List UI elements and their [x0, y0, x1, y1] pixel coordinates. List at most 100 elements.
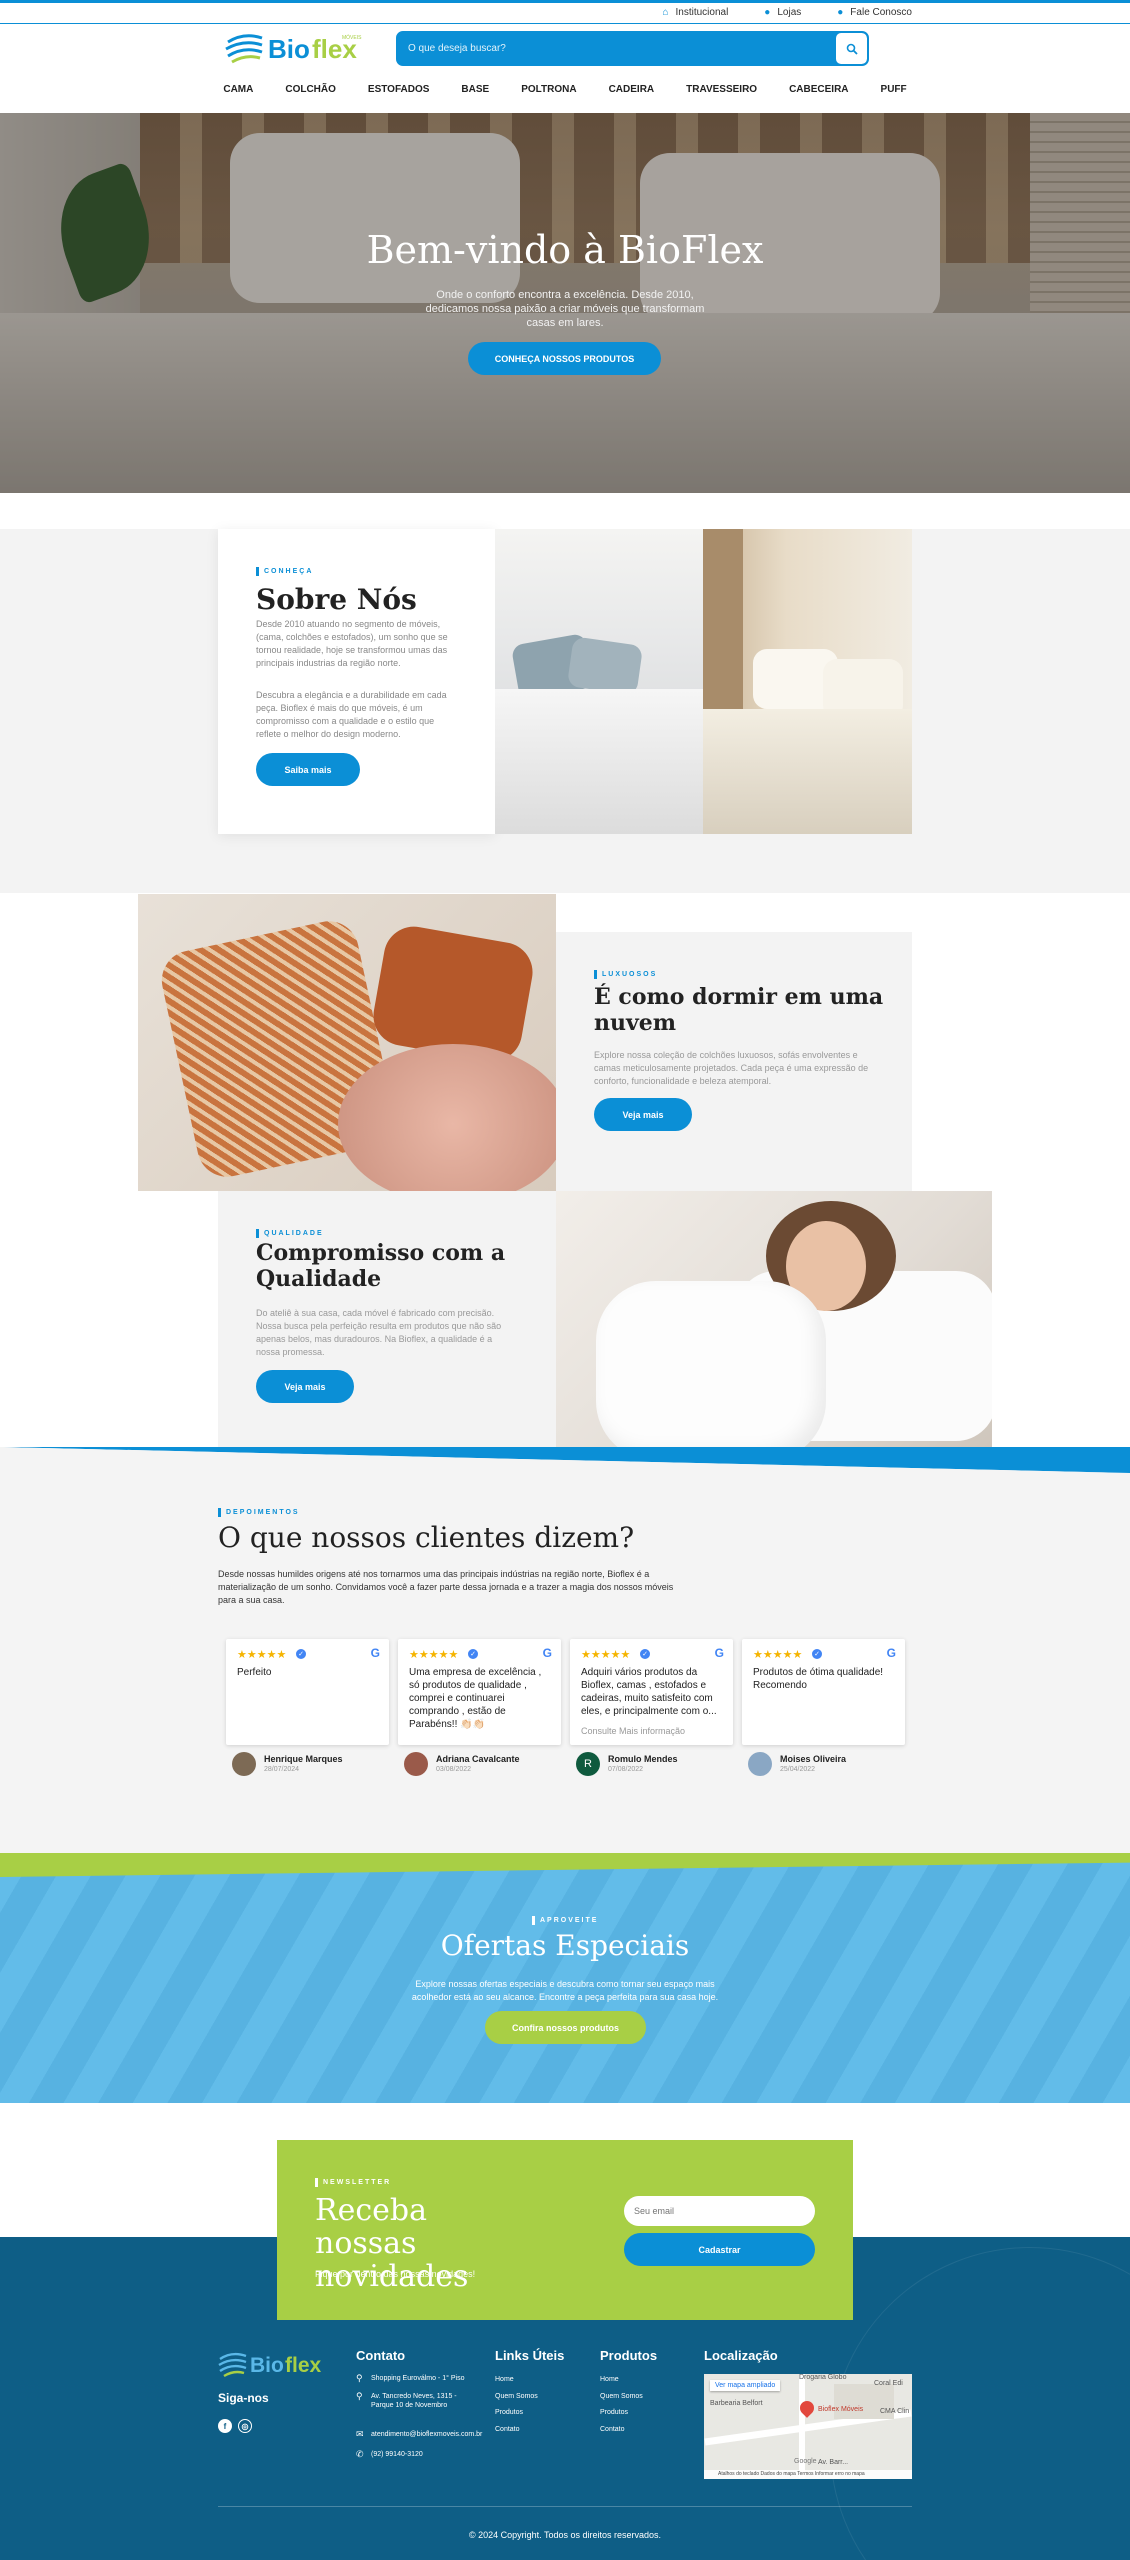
author-name: Adriana Cavalcante — [436, 1754, 520, 1764]
offers-title: Ofertas Especiais — [440, 1929, 690, 1962]
review-card: ★★★★★ ✓ G Uma empresa de excelência , só… — [398, 1639, 561, 1745]
review-date: 28/07/2024 — [264, 1766, 300, 1773]
review-date: 03/08/2022 — [436, 1766, 472, 1773]
blue-divider-stripe — [0, 1447, 1130, 1473]
top-link-institucional[interactable]: ⌂ Institucional — [662, 7, 728, 18]
about-more-button[interactable]: Saiba mais — [256, 753, 360, 786]
sleeping-woman-image — [556, 1191, 992, 1447]
bedroom-image — [703, 529, 912, 834]
section-tag: QUALIDADE — [256, 1229, 324, 1238]
map-label: Drogaria Globo — [799, 2374, 847, 2381]
top-link-label: Fale Conosco — [850, 7, 912, 18]
mattress-shape — [703, 709, 912, 834]
user-icon: ● — [837, 7, 844, 18]
curtain-shape — [703, 529, 743, 729]
rating-stars: ★★★★★ — [409, 1649, 459, 1661]
copyright-text: © 2024 Copyright. Todos os direitos rese… — [468, 2530, 662, 2540]
author-name: Henrique Marques — [264, 1754, 343, 1764]
footer-link-produtos[interactable]: Produtos — [495, 2409, 523, 2416]
svg-text:Bio: Bio — [268, 34, 310, 64]
footer-product-link[interactable]: Home — [600, 2376, 619, 2383]
top-links: ⌂ Institucional ● Lojas ● Fale Conosco — [662, 7, 912, 18]
nav-item-poltrona[interactable]: POLTRONA — [505, 84, 592, 95]
view-larger-map-link[interactable]: Ver mapa ampliado — [710, 2380, 781, 2391]
offers-banner: APROVEITE Ofertas Especiais Explore noss… — [0, 1853, 1130, 2103]
footer-contact-item[interactable]: ✉ atendimento@bioflexmoveis.com.br — [356, 2430, 516, 2440]
hero-cta-button[interactable]: CONHEÇA NOSSOS PRODUTOS — [468, 342, 661, 375]
nav-item-cadeira[interactable]: CADEIRA — [593, 84, 671, 95]
about-card: CONHEÇA Sobre Nós Desde 2010 atuando no … — [218, 529, 495, 834]
phone-icon: ✆ — [356, 2449, 364, 2459]
top-bar: ⌂ Institucional ● Lojas ● Fale Conosco — [0, 0, 1130, 24]
hero-text: Onde o conforto encontra a excelência. D… — [425, 289, 705, 329]
footer-product-link[interactable]: Produtos — [600, 2409, 628, 2416]
contact-text: (92) 99140-3120 — [371, 2451, 423, 2458]
footer-links-heading: Links Úteis — [495, 2348, 565, 2363]
footer-contact-item[interactable]: ✆ (92) 99140-3120 — [356, 2450, 496, 2460]
section-tag: DEPOIMENTOS — [218, 1508, 300, 1517]
section-tag: NEWSLETTER — [315, 2178, 391, 2187]
google-icon: G — [370, 1646, 380, 1660]
read-more-link[interactable]: Consulte Mais informação — [581, 1726, 685, 1736]
top-link-label: Institucional — [675, 7, 729, 18]
review-text: Uma empresa de excelência , só produtos … — [409, 1667, 542, 1730]
robe-shape — [596, 1281, 826, 1447]
search-button[interactable] — [836, 33, 867, 64]
nav-item-base[interactable]: BASE — [445, 84, 505, 95]
newsletter-submit-button[interactable]: Cadastrar — [624, 2233, 815, 2266]
quality-more-button[interactable]: Veja mais — [256, 1370, 354, 1403]
review-text: Produtos de ótima qualidade! Recomendo — [753, 1667, 884, 1691]
top-link-fale-conosco[interactable]: ● Fale Conosco — [837, 7, 912, 18]
location-map[interactable]: Ver mapa ampliado Bioflex Móveis Barbear… — [704, 2374, 912, 2479]
cloud-more-button[interactable]: Veja mais — [594, 1098, 692, 1131]
footer-divider — [218, 2506, 912, 2507]
review-text: Perfeito — [237, 1667, 272, 1678]
search-icon — [846, 43, 858, 55]
search-bar — [396, 31, 869, 66]
testimonials-section — [0, 1450, 1130, 1855]
footer-logo[interactable]: Bio flex — [218, 2349, 328, 2379]
main-nav: CAMA COLCHÃO ESTOFADOS BASE POLTRONA CAD… — [0, 84, 1130, 95]
top-link-lojas[interactable]: ● Lojas — [764, 7, 801, 18]
rating-stars: ★★★★★ — [237, 1649, 287, 1661]
footer-product-link[interactable]: Contato — [600, 2426, 625, 2433]
newsletter-email-input[interactable] — [624, 2196, 815, 2226]
footer-link-quem-somos[interactable]: Quem Somos — [495, 2393, 538, 2400]
nav-item-cama[interactable]: CAMA — [207, 84, 269, 95]
nav-item-estofados[interactable]: ESTOFADOS — [352, 84, 446, 95]
avatar — [232, 1752, 256, 1776]
facebook-icon[interactable]: f — [218, 2419, 232, 2433]
nav-item-colchao[interactable]: COLCHÃO — [269, 84, 352, 95]
mattress-shape — [495, 689, 703, 834]
about-paragraph: Descubra a elegância e a durabilidade em… — [256, 690, 447, 739]
review-date: 07/08/2022 — [608, 1766, 644, 1773]
testimonials-title: O que nossos clientes dizem? — [218, 1521, 635, 1554]
bioflex-logo[interactable]: Bio flex MÓVEIS — [224, 30, 369, 66]
footer-products-heading: Produtos — [600, 2348, 658, 2363]
follow-us-heading: Siga-nos — [218, 2391, 269, 2405]
nav-item-travesseiro[interactable]: TRAVESSEIRO — [670, 84, 773, 95]
newsletter-text: Fique por dentro das nossas novidades! — [315, 2269, 476, 2279]
offers-text: Explore nossas ofertas especiais e descu… — [411, 1979, 719, 2002]
nav-item-puff[interactable]: PUFF — [865, 84, 923, 95]
footer-contact-item: ⚲ Shopping Euroválmo - 1° Piso — [356, 2374, 496, 2384]
svg-text:MÓVEIS: MÓVEIS — [342, 34, 362, 41]
map-label: CMA Clin — [880, 2408, 910, 2415]
logo-mark-icon: Bio flex MÓVEIS — [225, 34, 362, 64]
footer-link-home[interactable]: Home — [495, 2376, 514, 2383]
footer-location-heading: Localização — [704, 2348, 778, 2363]
verified-icon: ✓ — [468, 1649, 478, 1659]
verified-icon: ✓ — [296, 1649, 306, 1659]
contact-text: Shopping Euroválmo - 1° Piso — [371, 2375, 465, 2382]
footer-product-link[interactable]: Quem Somos — [600, 2393, 643, 2400]
footer-contact-heading: Contato — [356, 2348, 406, 2363]
offers-cta-button[interactable]: Confira nossos produtos — [485, 2011, 646, 2044]
footer-link-contato[interactable]: Contato — [495, 2426, 520, 2433]
search-input[interactable] — [398, 33, 834, 64]
map-label: Barbearia Belfort — [710, 2400, 763, 2407]
nav-item-cabeceira[interactable]: CABECEIRA — [773, 84, 864, 95]
map-pin-icon: ⚲ — [356, 2373, 363, 2383]
avatar: R — [576, 1752, 600, 1776]
map-pin-icon: ⚲ — [356, 2391, 363, 2401]
instagram-icon[interactable]: ◎ — [238, 2419, 252, 2433]
